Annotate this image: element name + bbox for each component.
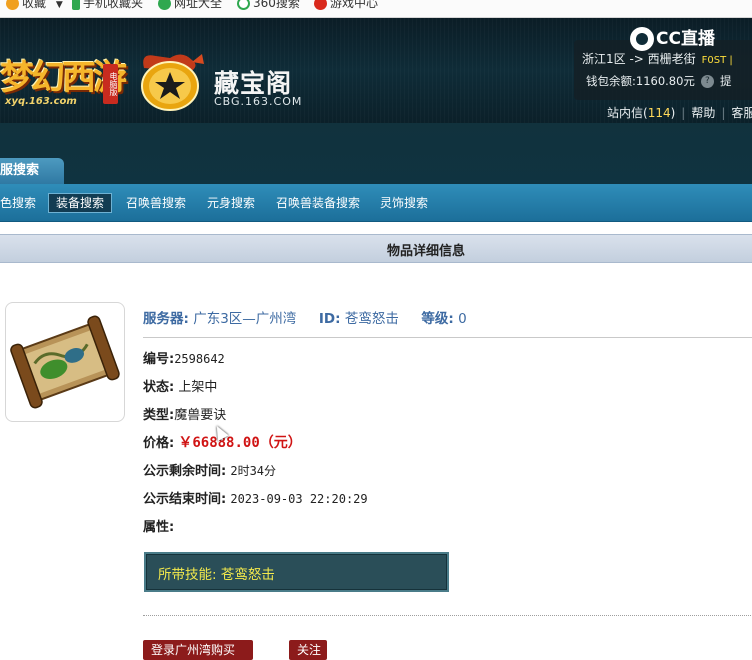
bookmark-360-search[interactable]: 360搜索 — [237, 0, 300, 12]
bookmark-label: 收藏 — [22, 0, 47, 10]
link-divider: | — [721, 106, 726, 120]
bookmark-label: 手机收藏夹 — [83, 0, 144, 10]
search-subnav: 色搜索 装备搜索 召唤兽搜索 元身搜索 召唤兽装备搜索 灵饰搜索 — [0, 184, 752, 222]
streamer-watermark: CC直播 — [630, 24, 715, 51]
level-value: 0 — [458, 311, 467, 327]
detail-title-bar: 物品详细信息 — [0, 234, 752, 263]
inbox-count: 114 — [647, 106, 671, 120]
link-divider: | — [681, 106, 686, 120]
xyq-version-tag: 电脑版 — [103, 64, 118, 104]
xyq-domain: xyq.163.com — [5, 96, 77, 107]
status-label: 状态: — [143, 380, 175, 395]
gold-coin-icon — [141, 54, 204, 111]
skill-text: 所带技能: 苍鸾怒击 — [158, 567, 275, 583]
status-row: 状态: 上架中 — [143, 376, 217, 395]
help-link[interactable]: 帮助 — [691, 106, 715, 120]
end-time-row: 公示结束时间: 2023-09-03 22:20:29 — [143, 488, 368, 507]
bookmark-favorites[interactable]: 收藏 ▼ — [6, 0, 63, 12]
subnav-pet-equipment-search[interactable]: 召唤兽装备搜索 — [276, 194, 360, 212]
bookmark-mobile-favorites[interactable]: 手机收藏夹 — [72, 0, 143, 12]
follow-button[interactable]: 关注 — [289, 640, 327, 660]
type-value: 魔兽要诀 — [174, 408, 227, 423]
id-label: ID: — [318, 311, 341, 327]
server-value: 广东3区—广州湾 — [193, 311, 297, 327]
bookmark-label: 游戏中心 — [330, 0, 379, 10]
inbox-link[interactable]: 站内信(114) — [607, 106, 675, 120]
chevron-down-icon[interactable]: ▼ — [56, 0, 63, 10]
first-tag: F0ST | — [701, 55, 733, 66]
search-360-icon — [237, 0, 250, 10]
level-label: 等级: — [421, 311, 454, 327]
wallet-value: 1160.80元 — [635, 74, 695, 88]
bookmark-game-center[interactable]: 游戏中心 — [314, 0, 378, 12]
skill-box: 所带技能: 苍鸾怒击 — [144, 552, 449, 592]
page-title: 物品详细信息 — [386, 244, 465, 259]
subnav-role-search[interactable]: 色搜索 — [0, 194, 36, 212]
scroll-item-icon — [10, 315, 120, 409]
star-icon — [6, 0, 19, 10]
end-time-value: 2023-09-03 22:20:29 — [230, 492, 368, 506]
attributes-label: 属性: — [143, 520, 175, 535]
site-header: 梦幻西游 电脑版 xyq.163.com 藏宝阁 CBG.163.COM 浙江1… — [0, 18, 752, 123]
serial-value: 2598642 — [174, 352, 225, 366]
cc-logo-icon — [630, 27, 654, 51]
server-path-row: 浙江1区 -> 西栅老街 F0ST | — [582, 50, 733, 67]
serial-row: 编号:2598642 — [143, 348, 225, 367]
withdraw-link[interactable]: 提 — [720, 74, 732, 88]
streamer-logo-text: CC直播 — [656, 29, 715, 49]
end-time-label: 公示结束时间: — [143, 492, 227, 507]
subnav-accessory-search[interactable]: 灵饰搜索 — [380, 194, 428, 212]
globe-icon — [158, 0, 171, 10]
phone-icon — [72, 0, 80, 10]
remain-time-value: 2时34分 — [230, 464, 277, 478]
price-value: ￥66888.00（元） — [178, 435, 302, 451]
inbox-paren: ) — [670, 106, 676, 120]
wallet-row: 钱包余额:1160.80元? 提 — [586, 73, 731, 89]
server-label: 服务器: — [143, 311, 189, 327]
subnav-yuanshen-search[interactable]: 元身搜索 — [207, 194, 255, 212]
service-link[interactable]: 客服 — [731, 106, 752, 120]
attributes-row: 属性: — [143, 516, 174, 535]
subnav-pet-search[interactable]: 召唤兽搜索 — [126, 194, 186, 212]
type-row: 类型:魔兽要诀 — [143, 404, 226, 423]
header-links: 站内信(114) | 帮助 | 客服 — [607, 104, 752, 121]
login-buy-button[interactable]: 登录广州湾购买 — [143, 640, 253, 660]
remain-time-label: 公示剩余时间: — [143, 464, 227, 479]
wallet-label: 钱包余额: — [586, 74, 636, 88]
bookmark-label: 360搜索 — [253, 0, 300, 10]
header-divider — [143, 337, 752, 338]
content-spacer — [0, 222, 752, 234]
subnav-equipment-search[interactable]: 装备搜索 — [48, 193, 113, 213]
item-header: 服务器: 广东3区—广州湾 ID: 苍鸾怒击 等级: 0 — [143, 307, 467, 327]
xyq-logo[interactable]: 梦幻西游 电脑版 xyq.163.com — [0, 44, 127, 112]
status-value: 上架中 — [178, 380, 218, 395]
id-value: 苍鸾怒击 — [344, 311, 399, 327]
price-label: 价格: — [143, 436, 175, 451]
game-icon — [314, 0, 327, 10]
section-divider — [143, 615, 752, 616]
item-image[interactable] — [5, 302, 125, 422]
help-icon[interactable]: ? — [700, 75, 714, 88]
cbg-logo[interactable]: 藏宝阁 CBG.163.COM — [130, 48, 310, 114]
type-label: 类型: — [143, 408, 175, 423]
inbox-label: 站内信( — [607, 106, 648, 120]
bookmark-label: 网址大全 — [174, 0, 223, 10]
server-path[interactable]: 浙江1区 -> 西栅老街 — [582, 52, 696, 66]
serial-label: 编号: — [143, 352, 175, 367]
bookmark-url-directory[interactable]: 网址大全 — [158, 0, 222, 12]
tab-band — [0, 123, 752, 184]
tab-server-search[interactable]: 服搜索 — [0, 158, 64, 184]
cbg-domain: CBG.163.COM — [214, 95, 303, 108]
remain-time-row: 公示剩余时间: 2时34分 — [143, 460, 276, 479]
bookmarks-bar: 收藏 ▼ 手机收藏夹 网址大全 360搜索 游戏中心 — [0, 0, 752, 18]
